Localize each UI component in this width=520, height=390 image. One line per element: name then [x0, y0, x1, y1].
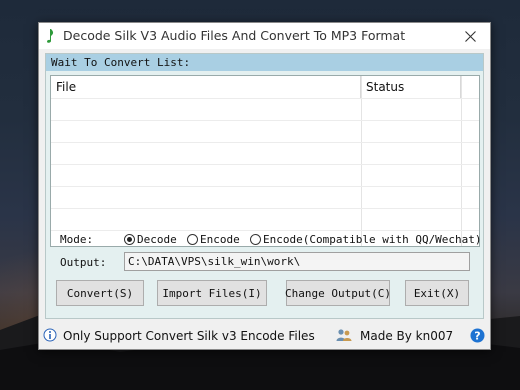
close-icon: [464, 30, 476, 42]
music-note-icon: [47, 29, 54, 43]
convert-button[interactable]: Convert(S): [56, 280, 144, 306]
status-bar: Only Support Convert Silk v3 Encode File…: [39, 322, 490, 349]
column-header-status[interactable]: Status: [361, 76, 461, 98]
close-button[interactable]: [450, 23, 490, 49]
grid-line: [51, 208, 479, 209]
window-title: Decode Silk V3 Audio Files And Convert T…: [63, 28, 406, 43]
mode-label: Mode:: [60, 233, 94, 246]
info-icon: [43, 328, 57, 342]
app-window: Decode Silk V3 Audio Files And Convert T…: [38, 22, 491, 350]
change-output-button[interactable]: Change Output(C): [285, 280, 391, 306]
grid-line: [51, 230, 479, 231]
help-icon[interactable]: ?: [470, 328, 485, 343]
users-icon: [336, 329, 352, 341]
grid-line: [361, 76, 362, 246]
radio-encode[interactable]: Encode: [187, 233, 240, 246]
radio-encode-compatible-label: Encode(Compatible with QQ/Wechat): [263, 233, 482, 246]
radio-decode-label: Decode: [137, 233, 177, 246]
radio-button[interactable]: [250, 234, 261, 245]
author-text: Made By kn007: [360, 329, 454, 343]
svg-text:?: ?: [474, 330, 480, 343]
output-path-field[interactable]: C:\DATA\VPS\silk_win\work\: [124, 252, 470, 271]
convert-list-panel: Wait To Convert List: File Status Mode: …: [45, 53, 484, 319]
title-bar[interactable]: Decode Silk V3 Audio Files And Convert T…: [39, 23, 490, 49]
panel-header: Wait To Convert List:: [46, 54, 483, 71]
radio-button[interactable]: [187, 234, 198, 245]
grid-line: [51, 98, 479, 99]
radio-encode-label: Encode: [200, 233, 240, 246]
column-header-file[interactable]: File: [51, 76, 361, 98]
file-list[interactable]: File Status: [50, 75, 480, 247]
radio-decode[interactable]: Decode: [124, 233, 177, 246]
grid-line: [461, 76, 462, 246]
grid-line: [51, 186, 479, 187]
radio-button-selected[interactable]: [124, 234, 135, 245]
grid-line: [51, 164, 479, 165]
grid-line: [51, 120, 479, 121]
import-files-button[interactable]: Import Files(I): [157, 280, 267, 306]
radio-encode-compatible[interactable]: Encode(Compatible with QQ/Wechat): [250, 233, 482, 246]
status-info-text: Only Support Convert Silk v3 Encode File…: [63, 329, 315, 343]
output-label: Output:: [60, 256, 107, 269]
exit-button[interactable]: Exit(X): [405, 280, 469, 306]
grid-line: [51, 142, 479, 143]
